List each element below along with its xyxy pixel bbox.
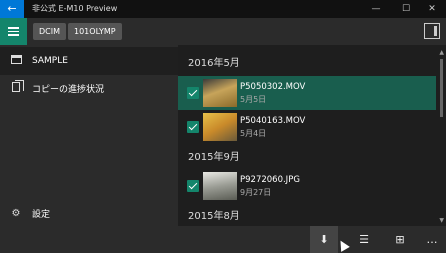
file-row[interactable]: P9272060.JPG 9月27日 [178, 169, 436, 203]
grid-icon[interactable]: ⊞ [386, 226, 414, 253]
maximize-button[interactable]: ☐ [392, 0, 420, 18]
checkbox[interactable] [187, 121, 199, 133]
back-arrow-icon: ← [7, 2, 17, 15]
more-icon[interactable]: … [418, 226, 446, 253]
sidebar-item-sample[interactable]: SAMPLE [0, 47, 178, 75]
file-date: 5月4日 [240, 129, 267, 138]
minimize-button[interactable]: — [362, 0, 390, 18]
file-row[interactable]: P5040163.MOV 5月4日 [178, 110, 436, 144]
checkbox[interactable] [187, 180, 199, 192]
file-name: P5050302.MOV [240, 82, 306, 92]
file-row[interactable]: P5050302.MOV 5月5日 [178, 76, 436, 110]
breadcrumb-101olymp[interactable]: 101OLYMP [68, 23, 122, 40]
sidebar-item-label: 設定 [32, 209, 51, 220]
thumbnail [203, 79, 237, 107]
exit-icon[interactable] [424, 23, 440, 39]
checkbox[interactable] [187, 87, 199, 99]
scrollbar[interactable]: ▲ ▼ [439, 49, 444, 224]
back-button[interactable]: ← [0, 0, 24, 18]
file-date: 5月5日 [240, 95, 267, 104]
select-list-icon[interactable]: ☰ [350, 226, 378, 253]
file-name: P5040163.MOV [240, 116, 306, 126]
sidebar-item-label: コピーの進捗状況 [32, 84, 105, 95]
copy-icon [12, 79, 24, 92]
section-header: 2016年5月 [188, 58, 240, 69]
sidebar-item-settings[interactable]: ⚙ 設定 [0, 199, 178, 227]
file-name: P9272060.JPG [240, 175, 300, 185]
window-title: 非公式 E-M10 Preview [32, 4, 118, 13]
command-bar: ⬇ ☰ ⊞ … [0, 226, 446, 253]
thumbnail [203, 113, 237, 141]
gear-icon: ⚙ [11, 207, 21, 219]
file-list: 2016年5月 P5050302.MOV 5月5日 P5040163.MOV 5… [178, 45, 446, 226]
title-bar: ← 非公式 E-M10 Preview — ☐ ✕ [0, 0, 446, 18]
thumbnail [203, 172, 237, 200]
app-header: DCIM 101OLYMP [0, 18, 446, 45]
sidebar: SAMPLE コピーの進捗状況 ⚙ 設定 [0, 45, 178, 226]
scroll-thumb[interactable] [440, 59, 443, 117]
breadcrumb-dcim[interactable]: DCIM [33, 23, 67, 40]
file-date: 9月27日 [240, 188, 272, 197]
folder-icon [10, 55, 22, 64]
section-header: 2015年8月 [188, 211, 240, 222]
close-button[interactable]: ✕ [418, 0, 446, 18]
section-header: 2015年9月 [188, 152, 240, 163]
download-icon[interactable]: ⬇ [310, 226, 338, 253]
sidebar-item-label: SAMPLE [32, 56, 68, 66]
scroll-up-icon[interactable]: ▲ [439, 49, 444, 56]
sidebar-item-copy-progress[interactable]: コピーの進捗状況 [0, 74, 178, 102]
hamburger-menu-icon[interactable] [0, 18, 27, 45]
scroll-down-icon[interactable]: ▼ [439, 217, 444, 224]
